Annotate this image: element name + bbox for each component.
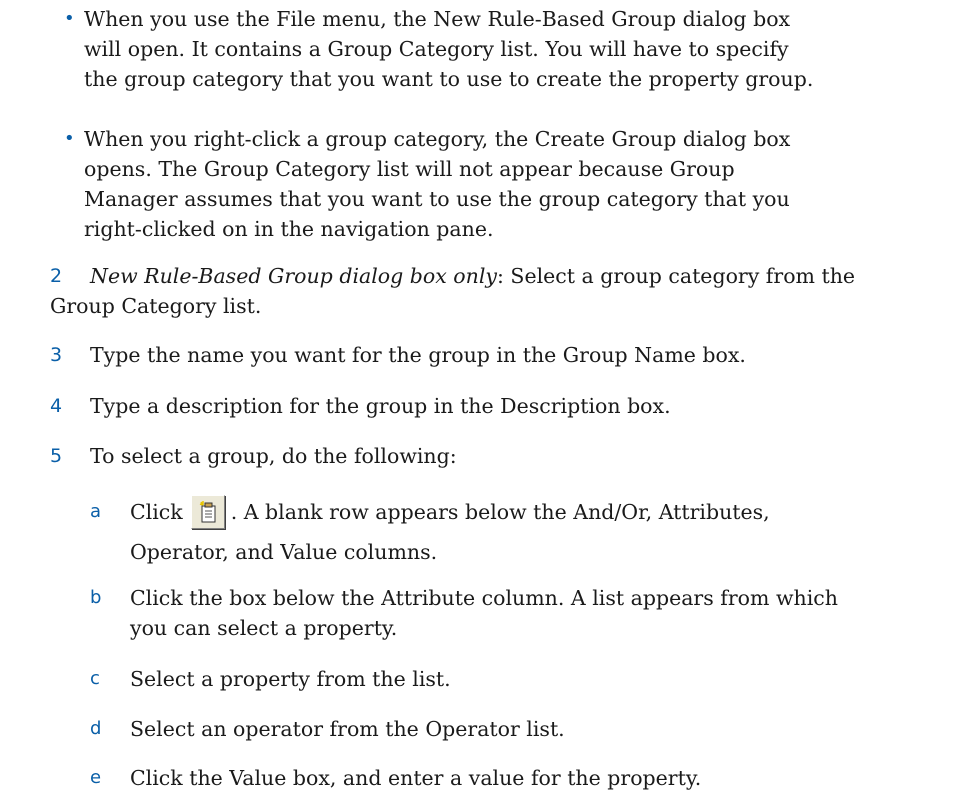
bullet-item-file-menu: • When you use the File menu, the New Ru… <box>64 4 956 94</box>
substep-text: Click the box below the Attribute column… <box>130 583 964 643</box>
step-text-rest: : Select a group category from the <box>497 264 856 288</box>
bullet-line: Manager assumes that you want to use the… <box>84 187 790 211</box>
step-text-line2: Group Category list. <box>50 294 262 318</box>
step-number: 4 <box>50 395 63 417</box>
substep-click-label: Click <box>130 500 183 524</box>
bullet-line: When you use the File menu, the New Rule… <box>84 7 791 31</box>
bullet-marker: • <box>64 8 75 29</box>
new-row-button[interactable] <box>190 494 225 529</box>
step-text: New Rule-Based Group dialog box only: Se… <box>50 261 964 321</box>
bullet-marker: • <box>64 128 75 149</box>
step-emphasis: New Rule-Based Group dialog box only <box>90 264 497 288</box>
substep-letter: d <box>90 718 102 739</box>
bullet-item-right-click: • When you right-click a group category,… <box>64 124 956 244</box>
substep-text: Select an operator from the Operator lis… <box>130 717 565 741</box>
step-number: 5 <box>50 445 63 467</box>
substep-text-line2: you can select a property. <box>130 616 398 640</box>
substep-text: Select a property from the list. <box>130 667 451 691</box>
substep-letter: e <box>90 767 102 788</box>
substep-text-line2: Operator, and Value columns. <box>130 539 438 564</box>
new-row-icon <box>199 500 216 522</box>
document-page: • When you use the File menu, the New Ru… <box>0 0 964 797</box>
bullet-line: When you right-click a group category, t… <box>84 127 791 151</box>
step-number: 2 <box>50 265 63 287</box>
step-text: To select a group, do the following: <box>90 444 457 468</box>
substep-text-line1: Click the box below the Attribute column… <box>130 586 838 610</box>
bullet-line: will open. It contains a Group Category … <box>84 37 789 61</box>
bullet-line: the group category that you want to use … <box>84 67 814 91</box>
substep-text: Click . A blank row appears below the An… <box>130 494 964 567</box>
step-text: Type the name you want for the group in … <box>90 343 746 367</box>
substep-text-rest: . A blank row appears below the And/Or, … <box>230 500 770 524</box>
substep-letter: b <box>90 587 102 608</box>
substep-letter: c <box>90 668 100 689</box>
bullet-line: right-clicked on in the navigation pane. <box>84 217 494 241</box>
step-number: 3 <box>50 344 63 366</box>
step-text: Type a description for the group in the … <box>90 394 671 418</box>
bullet-line: opens. The Group Category list will not … <box>84 157 735 181</box>
substep-text: Click the Value box, and enter a value f… <box>130 766 702 790</box>
substep-letter: a <box>90 501 102 522</box>
